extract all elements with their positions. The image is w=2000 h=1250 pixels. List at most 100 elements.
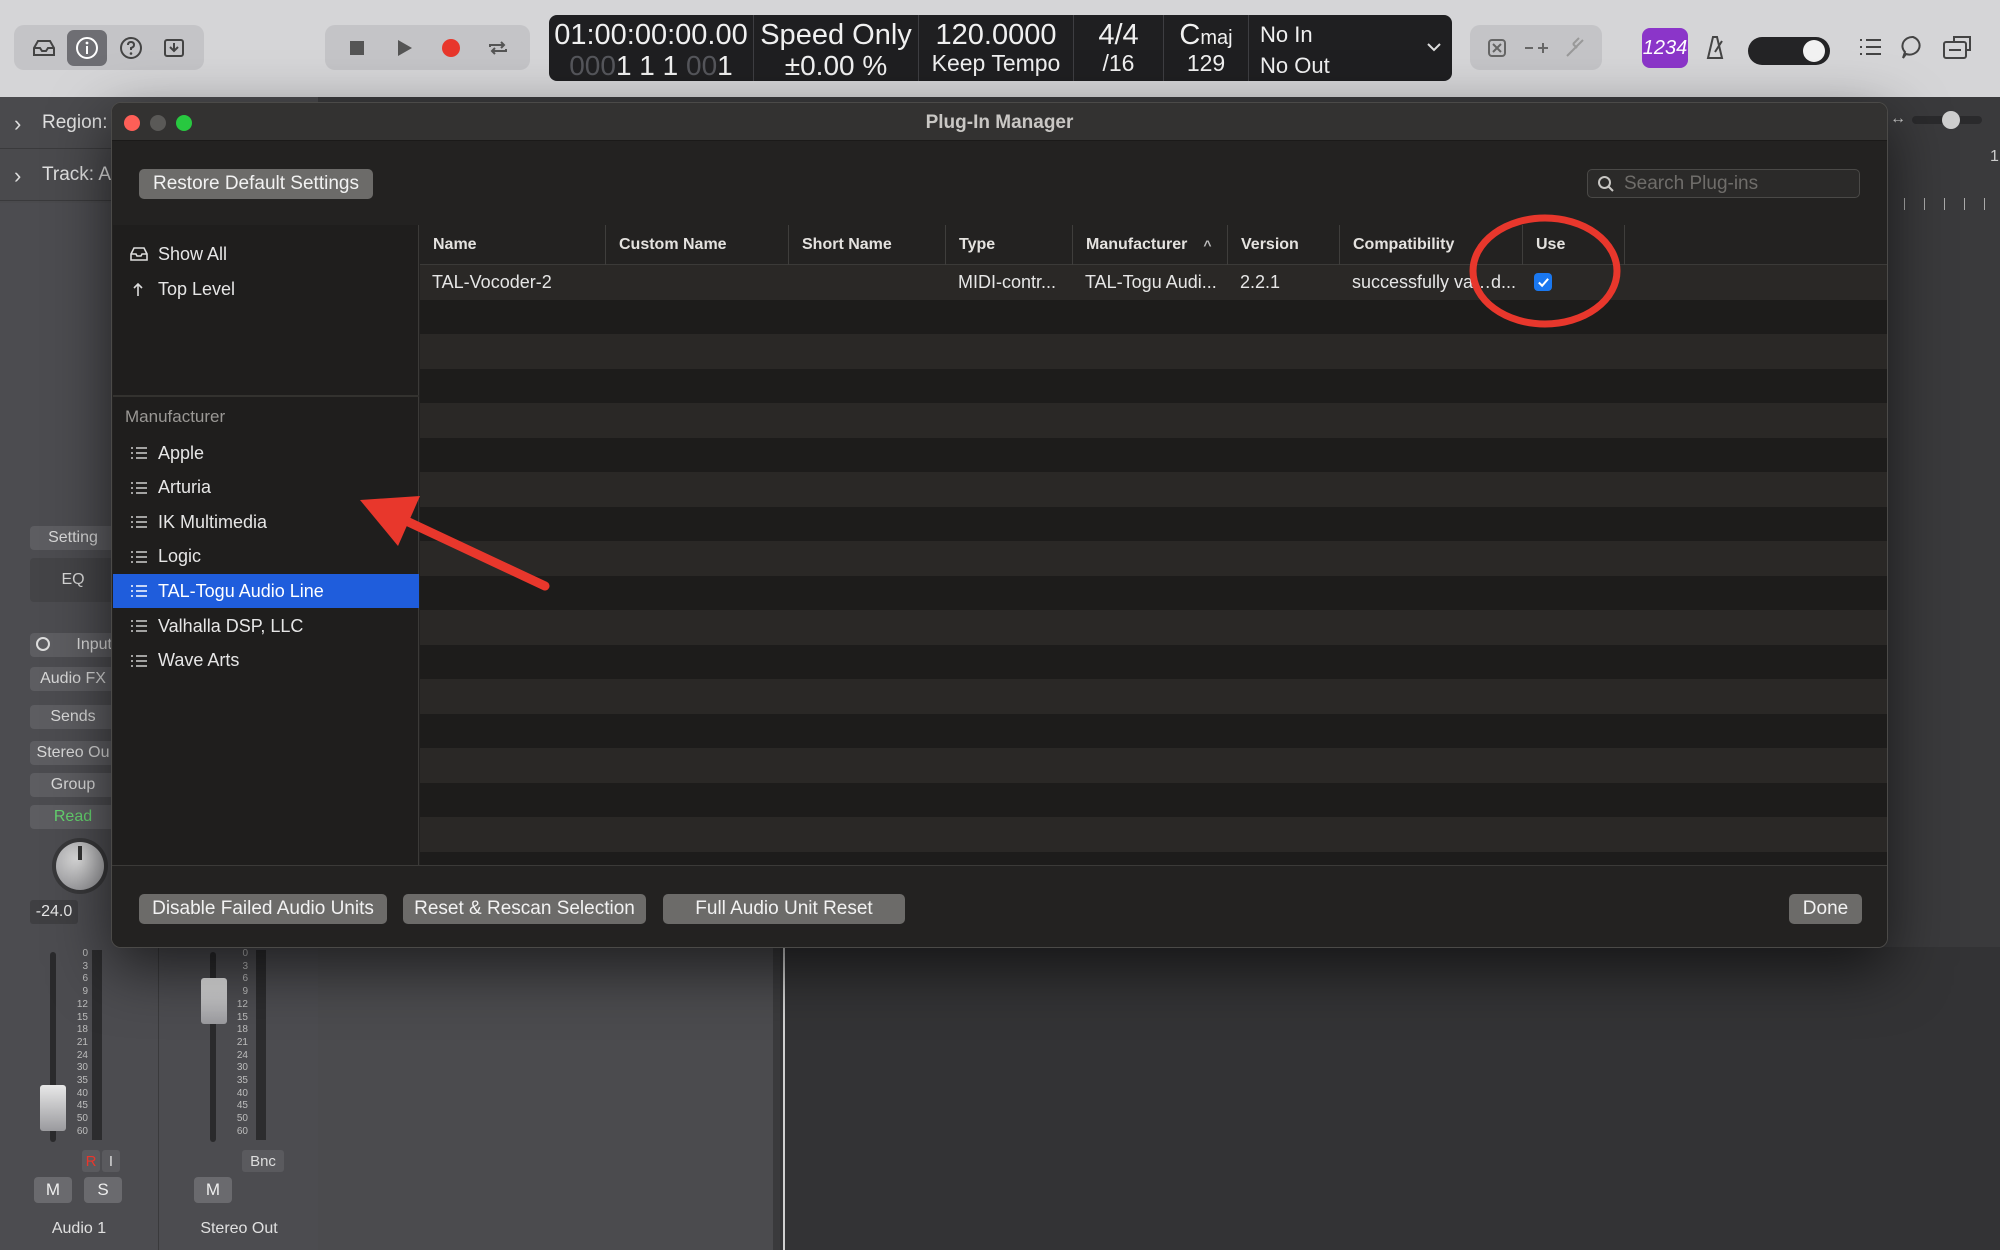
scale-tick-label: 18 [76, 1024, 88, 1036]
ruler[interactable]: 1! [1886, 148, 2000, 210]
sidebar-item-ik-multimedia[interactable]: IK Multimedia [113, 505, 419, 539]
table-row-empty [420, 506, 1887, 541]
plugin-manager-dialog: Plug-In Manager Restore Default Settings… [111, 102, 1888, 948]
eq-button[interactable]: EQ [30, 558, 116, 602]
list-icon [131, 585, 147, 598]
group-slot[interactable]: Group [30, 773, 116, 797]
cell-manufacturer: TAL-Togu Audi... [1085, 271, 1217, 292]
browsers-button[interactable] [1940, 32, 1976, 62]
use-checkbox[interactable] [1534, 273, 1552, 292]
column-header-use[interactable]: Use [1523, 225, 1625, 265]
sidebar-item-wave-arts[interactable]: Wave Arts [113, 644, 419, 678]
sidebar-heading-manufacturer: Manufacturer [125, 407, 226, 426]
view-buttons-group [14, 25, 204, 70]
sync-display[interactable]: Speed Only ±0.00 % [754, 15, 919, 81]
horizontal-zoom-slider[interactable] [1912, 111, 1982, 129]
library-button[interactable] [24, 30, 64, 66]
bounce-button[interactable]: Bnc [242, 1150, 284, 1172]
scale-tick-label: 3 [82, 960, 88, 972]
volume-readout[interactable]: -24.0 [30, 900, 78, 924]
cell-use [1523, 265, 1625, 300]
inspector-button[interactable] [67, 29, 108, 66]
sidebar-item-valhalla-dsp-llc[interactable]: Valhalla DSP, LLC [113, 609, 419, 643]
count-in-button[interactable]: 1234 [1642, 28, 1688, 68]
strip-name-audio1[interactable]: Audio 1 [4, 1220, 154, 1238]
disable-failed-audio-units-button[interactable]: Disable Failed Audio Units [139, 894, 387, 924]
volume-fader-stereo-out[interactable] [201, 978, 227, 1024]
table-row-empty [420, 368, 1887, 403]
low-latency-toggle[interactable] [1748, 37, 1830, 65]
search-field[interactable] [1587, 169, 1860, 198]
sidebar-item-arturia[interactable]: Arturia [113, 471, 419, 505]
setting-button[interactable]: Setting [30, 526, 116, 550]
notes-button[interactable] [1898, 32, 1928, 62]
search-icon [1598, 176, 1614, 192]
sidebar-item-tal-togu-audio-line[interactable]: TAL-Togu Audio Line [113, 574, 419, 609]
strip-name-stereo-out[interactable]: Stereo Out [164, 1220, 314, 1238]
quick-help-button[interactable] [111, 30, 151, 66]
arrow-up-turn-icon [133, 282, 143, 296]
search-input[interactable] [1624, 172, 1854, 196]
fader-scale: 0 3 6 9 12 15 18 21 24 30 35 40 45 50 60 [232, 948, 248, 1139]
reset-rescan-selection-button[interactable]: Reset & Rescan Selection [403, 894, 646, 924]
column-header-compatibility[interactable]: Compatibility [1340, 225, 1523, 265]
column-header-manufacturer[interactable]: Manufacturer ^ [1073, 225, 1228, 265]
scale-tick-label: 12 [236, 998, 248, 1010]
toolbar-button[interactable] [154, 30, 194, 66]
scale-tick-label: 0 [242, 948, 248, 959]
track-lane[interactable] [780, 947, 2000, 1250]
column-header-version[interactable]: Version [1228, 225, 1340, 265]
input-slot[interactable]: Input [30, 633, 116, 657]
midi-activity-display[interactable]: No In No Out [1249, 15, 1419, 81]
column-header-custom-name[interactable]: Custom Name [606, 225, 789, 265]
sort-ascending-icon: ^ [1203, 237, 1212, 253]
scale-tick-label: 45 [236, 1100, 248, 1112]
audio-fx-slot[interactable]: Audio FX [30, 667, 116, 691]
replace-button[interactable] [1478, 30, 1517, 66]
play-button[interactable] [384, 30, 424, 66]
metronome-button[interactable] [1700, 32, 1730, 62]
scale-tick-label: 9 [82, 986, 88, 998]
position-display[interactable]: 01:00:00:00.00 0001 1 1 001 [549, 15, 754, 81]
solo-button-audio1[interactable]: S [84, 1177, 122, 1203]
column-header-name[interactable]: Name [420, 225, 606, 265]
stop-button[interactable] [337, 30, 377, 66]
sidebar-item-top-level[interactable]: Top Level [113, 272, 419, 306]
mute-button-audio1[interactable]: M [34, 1177, 72, 1203]
key-display[interactable]: Cmaj 129 [1164, 15, 1249, 81]
record-enable-button[interactable]: R [82, 1150, 100, 1172]
sidebar-item-logic[interactable]: Logic [113, 540, 419, 574]
sidebar-item-apple[interactable]: Apple [113, 436, 419, 470]
region-label: Region: [42, 112, 108, 133]
pan-knob[interactable] [56, 842, 104, 890]
column-header-type[interactable]: Type [946, 225, 1073, 265]
scale-tick-label: 50 [76, 1113, 88, 1125]
input-monitor-button[interactable]: I [102, 1150, 120, 1172]
list-editors-button[interactable] [1855, 32, 1885, 62]
cell-custom-name[interactable] [606, 265, 789, 300]
cell-short-name[interactable] [789, 265, 946, 300]
signature-display[interactable]: 4/4 /16 [1074, 15, 1164, 81]
sends-slot[interactable]: Sends [30, 705, 116, 729]
lcd-display[interactable]: 01:00:00:00.00 0001 1 1 001 Speed Only ±… [549, 15, 1452, 81]
output-slot[interactable]: Stereo Ou [30, 741, 116, 765]
table-row[interactable]: TAL-Vocoder-2 MIDI-contr... TAL-Togu Aud… [420, 265, 1887, 300]
restore-default-settings-button[interactable]: Restore Default Settings [139, 169, 373, 199]
mute-button-stereo-out[interactable]: M [194, 1177, 232, 1203]
volume-fader-audio1[interactable] [40, 1085, 66, 1131]
tempo-display[interactable]: 120.0000 Keep Tempo [919, 15, 1074, 81]
dialog-titlebar[interactable]: Plug-In Manager [112, 103, 1887, 141]
record-button[interactable] [431, 30, 471, 66]
column-header-short-name[interactable]: Short Name [789, 225, 946, 265]
done-button[interactable]: Done [1789, 894, 1862, 924]
automation-mode[interactable]: Read [30, 805, 116, 829]
full-audio-unit-reset-button[interactable]: Full Audio Unit Reset [663, 894, 905, 924]
plugin-table: Name Custom Name Short Name Type Manufac… [420, 225, 1887, 886]
playhead[interactable] [783, 947, 785, 1250]
cycle-button[interactable] [478, 30, 518, 66]
lcd-menu-chevron-icon[interactable] [1424, 37, 1444, 57]
tuner-button[interactable] [1517, 30, 1556, 66]
sidebar-item-show-all[interactable]: Show All [113, 237, 419, 271]
tuning-fork-button[interactable] [1555, 30, 1594, 66]
download-tray-icon [164, 38, 185, 57]
